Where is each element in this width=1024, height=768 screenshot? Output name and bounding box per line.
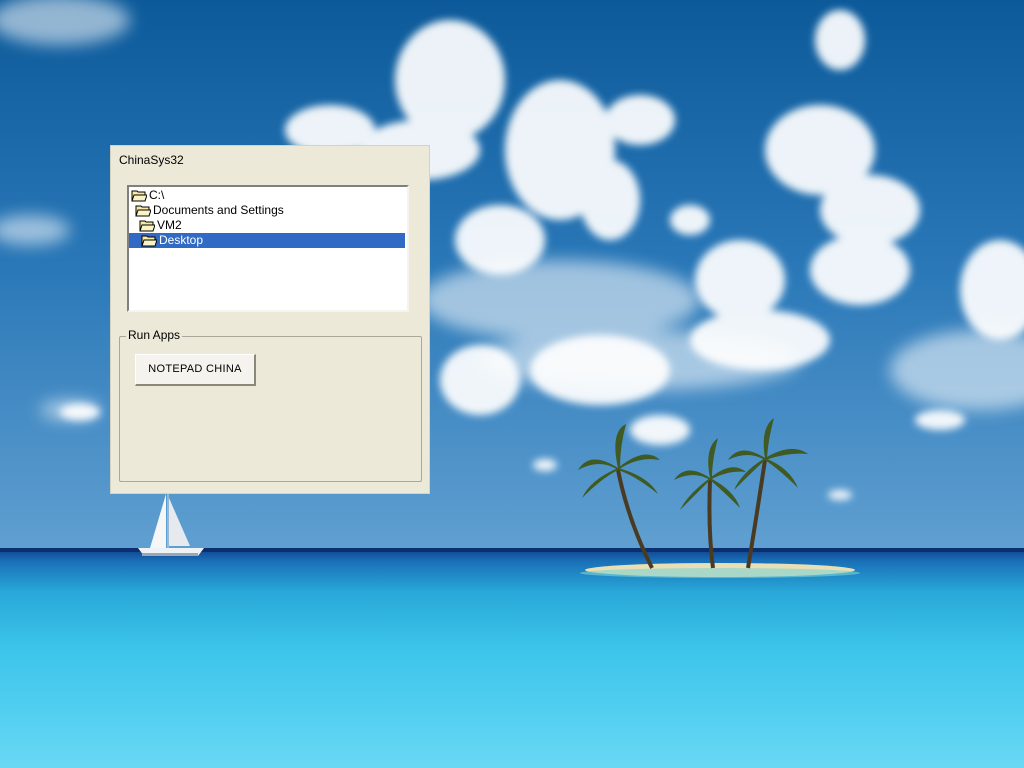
notepad-china-button[interactable]: NOTEPAD CHINA xyxy=(135,354,256,386)
tree-item-c-drive[interactable]: C:\ xyxy=(131,188,166,203)
tree-item-desktop-selected[interactable]: Desktop xyxy=(129,233,405,248)
chinasys32-window: ChinaSys32 C:\ Documents and Settings VM… xyxy=(110,145,430,494)
folder-tree[interactable]: C:\ Documents and Settings VM2 Desktop xyxy=(127,185,409,312)
tree-item-label: VM2 xyxy=(157,218,182,232)
tree-item-documents-and-settings[interactable]: Documents and Settings xyxy=(135,203,286,218)
run-apps-group: Run Apps NOTEPAD CHINA xyxy=(119,328,422,482)
window-title: ChinaSys32 xyxy=(119,153,184,167)
folder-open-icon xyxy=(131,190,147,202)
tree-item-vm2[interactable]: VM2 xyxy=(139,218,184,233)
group-label: Run Apps xyxy=(126,328,183,342)
folder-open-icon xyxy=(135,205,151,217)
tree-item-label: Documents and Settings xyxy=(153,203,284,217)
sea xyxy=(0,548,1024,768)
folder-open-icon xyxy=(139,220,155,232)
sailboat-image xyxy=(138,492,204,556)
palm-island-image xyxy=(578,418,860,578)
tree-item-label: C:\ xyxy=(149,188,165,202)
folder-open-icon xyxy=(141,235,157,247)
tree-item-label: Desktop xyxy=(159,233,204,247)
desktop: ChinaSys32 C:\ Documents and Settings VM… xyxy=(0,0,1024,768)
